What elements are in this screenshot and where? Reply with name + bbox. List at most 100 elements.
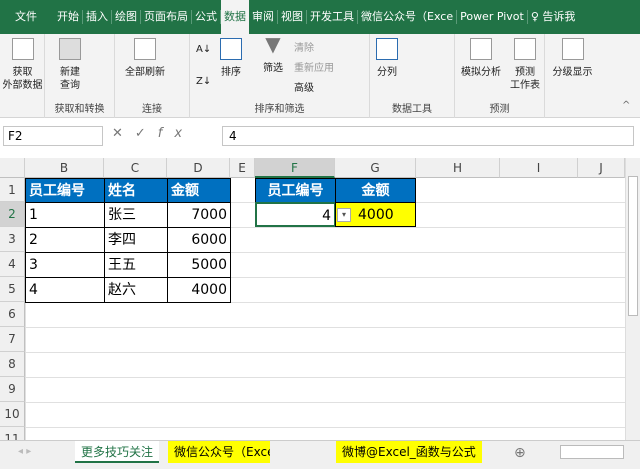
formula-bar: F2 ✕✓fx 4 [0, 122, 640, 150]
lightbulb-icon: ♀ [530, 10, 539, 23]
row-header[interactable]: 6 [0, 302, 25, 327]
tab-home[interactable]: 开始 [54, 10, 83, 24]
sort-button[interactable]: 排序 [216, 38, 246, 79]
cell[interactable]: 2 [25, 227, 105, 253]
scroll-thumb[interactable] [628, 176, 638, 316]
row-header[interactable]: 7 [0, 327, 25, 352]
cell[interactable]: 1 [25, 202, 105, 228]
sheet-tab[interactable]: 微信公众号（ExcelLiRui） [168, 441, 270, 463]
header-cell[interactable]: 金额 [335, 178, 416, 203]
column-header[interactable]: D [167, 158, 230, 178]
group-label: 连接 [142, 104, 162, 115]
clear-button[interactable]: 清除 [294, 39, 314, 54]
header-cell[interactable]: 姓名 [104, 178, 168, 203]
fx-icon[interactable]: fx [158, 126, 194, 141]
column-header[interactable]: C [104, 158, 167, 178]
new-query-button[interactable]: 新建 查询 [50, 38, 90, 92]
row-header[interactable]: 9 [0, 377, 25, 402]
group-connections: 全部刷新 连接 [115, 34, 190, 118]
tab-power-pivot[interactable]: Power Pivot [457, 10, 528, 24]
vertical-scrollbar[interactable] [625, 158, 640, 440]
group-label: 预测 [489, 104, 510, 115]
dropdown-arrow-icon[interactable]: ▾ [337, 208, 351, 222]
row-header[interactable]: 1 [0, 178, 25, 202]
forecast-sheet-button[interactable]: 预测 工作表 [507, 38, 543, 92]
sort-asc-icon[interactable]: A↓ [196, 44, 211, 55]
cell[interactable]: 6000 [167, 227, 231, 253]
sheet-tab-active[interactable]: 更多技巧关注 [75, 441, 160, 463]
name-box[interactable]: F2 [3, 126, 103, 146]
formula-input[interactable]: 4 [222, 126, 634, 146]
funnel-icon: ▼ [265, 32, 281, 56]
row-header[interactable]: 3 [0, 227, 25, 252]
document-icon [11, 38, 34, 60]
refresh-icon [134, 38, 156, 60]
row-header[interactable]: 4 [0, 252, 25, 277]
cell[interactable]: 4000 [167, 277, 231, 303]
outline-icon [561, 38, 584, 60]
collapse-ribbon-icon[interactable]: ^ [622, 100, 630, 111]
tab-page-layout[interactable]: 页面布局 [141, 10, 192, 24]
sheet-tab[interactable]: 微博@Excel_函数与公式 [336, 441, 482, 463]
spreadsheet-grid[interactable]: B C D E F G H I J 1 2 3 4 5 6 7 8 9 10 1… [0, 158, 625, 440]
selected-cell-F2[interactable]: 4 [255, 202, 336, 227]
header-cell[interactable]: 员工编号 [25, 178, 105, 203]
refresh-all-button[interactable]: 全部刷新 [117, 38, 173, 79]
row-header[interactable]: 11 [0, 427, 25, 440]
group-label: 排序和筛选 [254, 104, 305, 115]
row-header[interactable]: 5 [0, 277, 25, 302]
tab-review[interactable]: 审阅 [249, 10, 278, 24]
cell[interactable]: 张三 [104, 202, 168, 228]
tell-me[interactable]: ♀ 告诉我 [528, 10, 579, 24]
row-header[interactable]: 10 [0, 402, 25, 427]
cell[interactable]: 7000 [167, 202, 231, 228]
column-header[interactable]: B [25, 158, 104, 178]
group-label: 数据工具 [392, 104, 432, 115]
cell[interactable]: 3 [25, 252, 105, 278]
cell[interactable]: 李四 [104, 227, 168, 253]
tab-data[interactable]: 数据 [221, 0, 249, 34]
tab-draw[interactable]: 绘图 [112, 10, 141, 24]
reapply-button[interactable]: 重新应用 [294, 59, 334, 74]
sort-desc-icon[interactable]: Z↓ [196, 76, 211, 87]
tab-insert[interactable]: 插入 [83, 10, 112, 24]
column-header[interactable]: I [500, 158, 578, 178]
column-header[interactable]: F [255, 158, 335, 178]
header-cell[interactable]: 员工编号 [255, 178, 336, 203]
group-label: 获取和转换 [54, 104, 105, 115]
tab-file[interactable]: 文件 [12, 10, 40, 24]
advanced-button[interactable]: 高级 [294, 79, 314, 94]
tab-developer[interactable]: 开发工具 [307, 10, 358, 24]
what-if-icon [470, 38, 492, 60]
header-cell[interactable]: 金额 [167, 178, 231, 203]
tab-wechat[interactable]: 微信公众号（Exce [358, 10, 458, 24]
prev-sheet-icon[interactable]: ◂ ▸ [18, 446, 31, 457]
column-header[interactable]: H [416, 158, 500, 178]
row-header[interactable]: 2 [0, 202, 25, 227]
formula-buttons: ✕✓fx [112, 126, 195, 141]
group-outline: 分级显示 [545, 34, 600, 118]
database-icon [59, 38, 81, 60]
filter-button[interactable]: ▼ 筛选 [258, 32, 288, 75]
outline-button[interactable]: 分级显示 [545, 38, 600, 79]
tab-formulas[interactable]: 公式 [192, 10, 221, 24]
group-forecast: 模拟分析 预测 工作表 预测 [455, 34, 545, 118]
ribbon: 获取 外部数据 新建 查询 获取和转换 全部刷新 连接 A↓ Z↓ 排序 ▼ 筛选… [0, 34, 640, 118]
group-data-tools: 分列 数据工具 [370, 34, 455, 118]
cell[interactable]: 5000 [167, 252, 231, 278]
column-header[interactable]: J [578, 158, 625, 178]
what-if-button[interactable]: 模拟分析 [457, 38, 505, 79]
select-all[interactable] [0, 158, 25, 178]
cell[interactable]: 4 [25, 277, 105, 303]
column-header[interactable]: E [230, 158, 255, 178]
get-external-data-button[interactable]: 获取 外部数据 [0, 38, 45, 92]
column-header[interactable]: G [335, 158, 416, 178]
text-to-columns-button[interactable]: 分列 [372, 38, 402, 79]
tab-view[interactable]: 视图 [278, 10, 307, 24]
chart-icon [514, 38, 536, 60]
horizontal-scrollbar[interactable] [560, 445, 624, 459]
row-header[interactable]: 8 [0, 352, 25, 377]
add-sheet-icon[interactable]: ⊕ [514, 445, 526, 461]
cell[interactable]: 王五 [104, 252, 168, 278]
cell[interactable]: 赵六 [104, 277, 168, 303]
